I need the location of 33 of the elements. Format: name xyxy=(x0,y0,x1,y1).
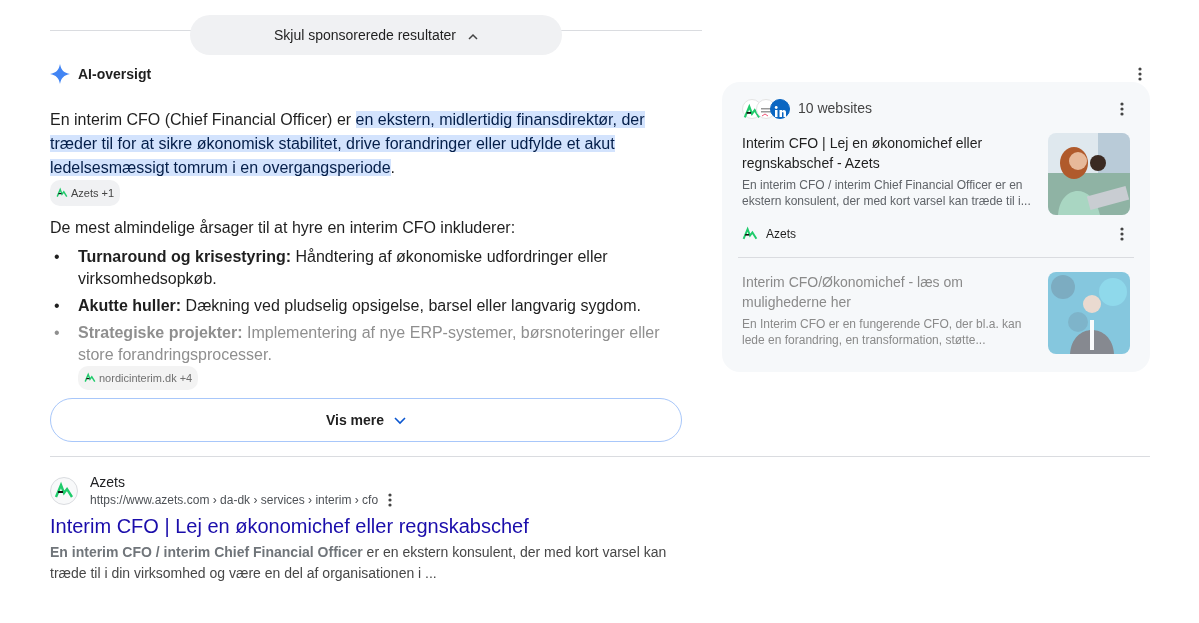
source-chip[interactable]: nordicinterim.dk +4 xyxy=(78,366,199,390)
more-vertical-icon[interactable] xyxy=(1120,227,1124,241)
chevron-down-icon[interactable] xyxy=(394,416,407,425)
bullet-marker: • xyxy=(53,296,61,316)
paragraph-text: De mest almindelige årsager til at hyre en interim CFO inkluderer: xyxy=(50,218,517,238)
site-favicon xyxy=(50,477,78,505)
result-title-link[interactable]: Interim CFO | Lej en økonomichef eller regnskabschef xyxy=(50,513,529,539)
sparkle-icon xyxy=(50,64,70,84)
chevron-up-icon[interactable] xyxy=(468,32,479,41)
site-name: Azets xyxy=(766,226,796,243)
hide-sponsored-button[interactable]: Skjul sponsorerede resultater xyxy=(190,15,562,55)
section-title: AI-oversigt xyxy=(78,64,152,84)
more-vertical-icon[interactable] xyxy=(388,493,393,507)
source-chip[interactable]: Azets +1 xyxy=(50,180,121,206)
list-item-text: Akutte huller: Dækning ved pludselig opsigelse, barsel eller langvarig sygdom. xyxy=(78,296,641,316)
more-vertical-icon[interactable] xyxy=(1120,101,1124,116)
answer-paragraph: En interim CFO (Chief Financial Officer) er en ekstern, midlertidig finansdirektør, der træder til for at sikre økonomisk stabilitet, drive forandringer eller udfylde et akut ledelsesmæssigt tomrum i en overgangsperiode. xyxy=(50,110,646,178)
more-vertical-icon[interactable] xyxy=(1138,67,1142,81)
site-name: Azets xyxy=(90,473,126,491)
bullet-marker: • xyxy=(53,247,61,267)
sources-count: 10 websites xyxy=(798,99,872,118)
result-url: https://www.azets.com › da-dk › services › interim › cfo xyxy=(90,492,379,509)
wave-logo-icon xyxy=(84,372,96,384)
source-snippet: En Interim CFO er en fungerende CFO, der bl.a. kan lede en forandring, en transformation, støtte... xyxy=(742,316,1023,348)
source-link[interactable]: Interim CFO | Lej en økonomichef eller regnskabschef - Azets xyxy=(742,133,1038,173)
list-item-text: Turnaround og krisestyring: Håndtering af økonomiske udfordringer eller virksomhedsopkøb. xyxy=(78,247,609,289)
wave-logo-icon xyxy=(56,187,68,199)
wave-logo-icon xyxy=(742,226,758,242)
source-snippet: En interim CFO / interim Chief Financial Officer er en ekstern konsulent, der med kort varsel kan træde til i... xyxy=(742,177,1032,209)
show-more-button[interactable]: Vis mere xyxy=(50,398,682,442)
result-snippet: En interim CFO / interim Chief Financial Officer er en ekstern konsulent, der med kort varsel kan træde til i din virksomhed og være en del af organisationen i ... xyxy=(50,543,668,583)
bullet-marker: • xyxy=(53,323,61,343)
list-item-text: Strategiske projekter: Implementering af nye ERP-systemer, børsnoteringer eller store forandringsprocesser. xyxy=(78,323,661,365)
